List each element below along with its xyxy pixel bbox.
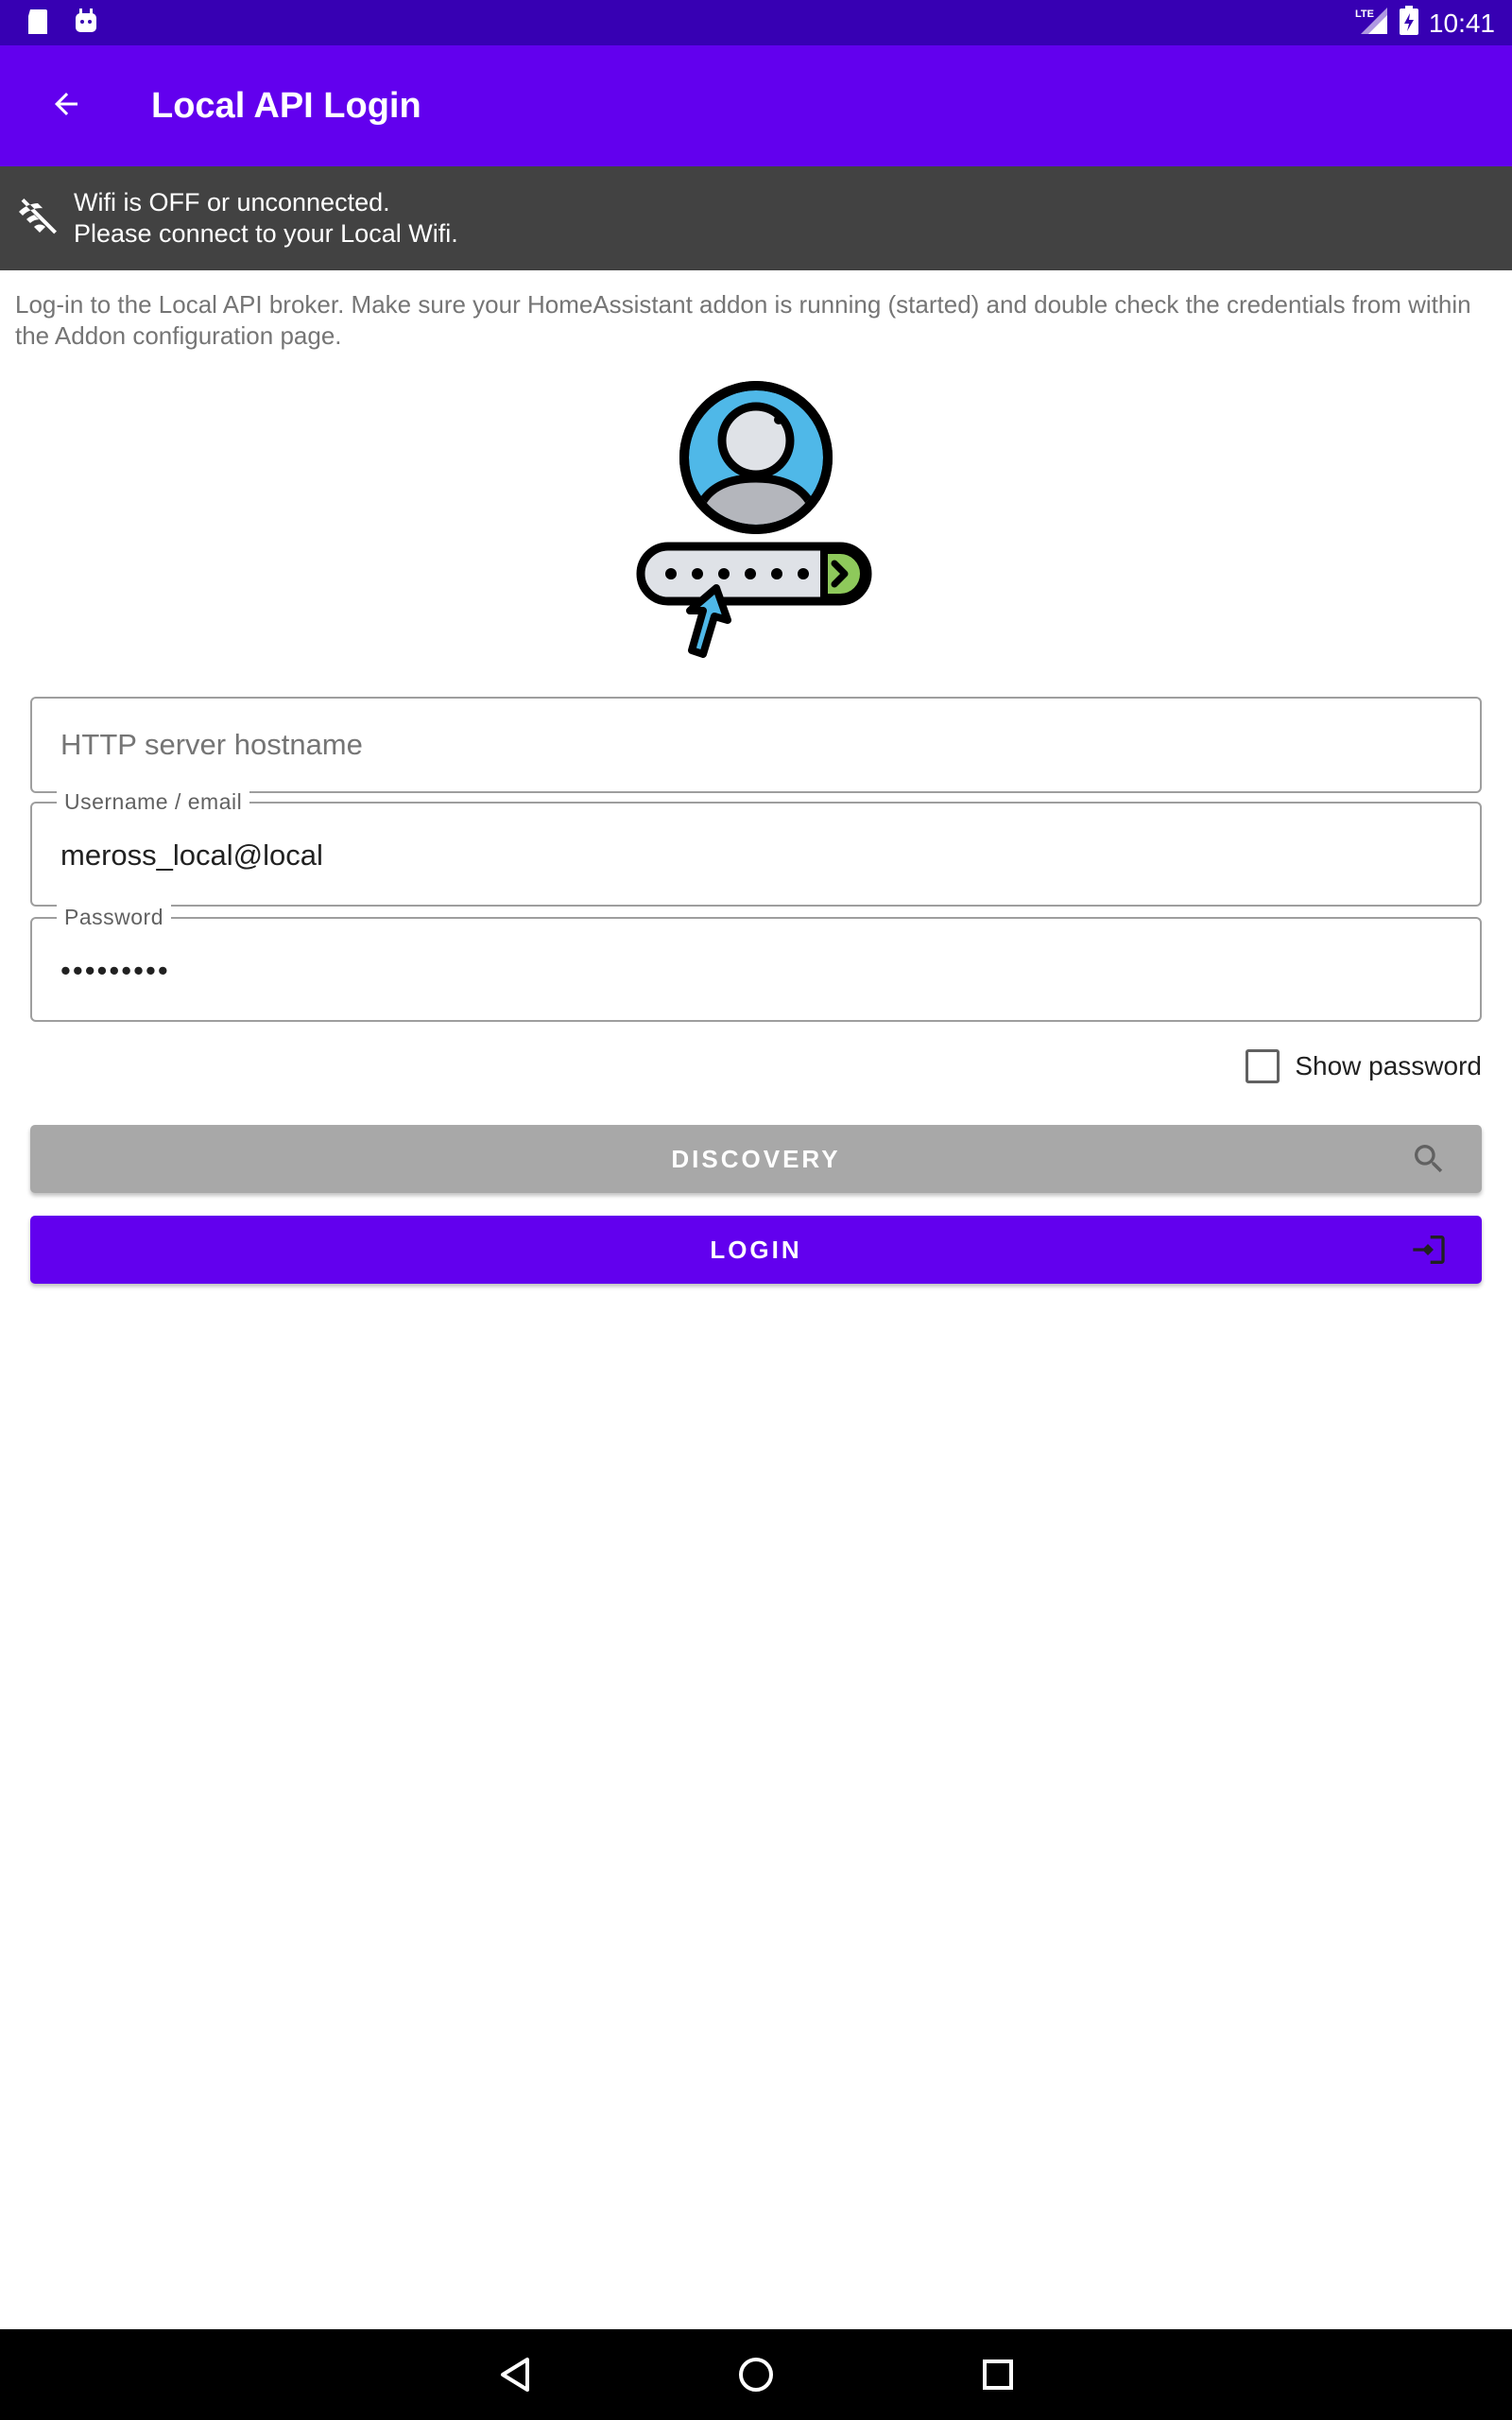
password-field[interactable]: Password ••••••••• [30,904,1482,1022]
arrow-back-icon [49,87,83,126]
show-password-label: Show password [1295,1051,1482,1080]
password-value: ••••••••• [60,954,170,987]
svg-text:LTE: LTE [1355,9,1374,20]
hostname-placeholder: HTTP server hostname [60,728,363,761]
username-value: meross_local@local [60,838,323,872]
password-label: Password [57,904,171,930]
battery-charging-icon [1399,6,1419,41]
sd-card-icon [25,8,49,41]
intro-text: Log-in to the Local API broker. Make sur… [15,290,1471,350]
show-password-toggle[interactable]: Show password [1246,1049,1482,1083]
signal-icon: LTE [1355,6,1389,41]
wifi-warning-banner: Wifi is OFF or unconnected. Please conne… [0,166,1512,270]
hostname-field[interactable]: HTTP server hostname [30,697,1482,793]
wifi-banner-line1: Wifi is OFF or unconnected. [74,188,390,216]
page-title: Local API Login [151,86,421,126]
android-icon [72,8,100,41]
show-password-checkbox[interactable] [1246,1049,1280,1083]
system-nav-bar [0,2329,1512,2420]
nav-back-icon[interactable] [493,2352,539,2397]
wifi-banner-line2: Please connect to your Local Wifi. [74,219,458,248]
login-icon [1410,1231,1448,1269]
discovery-button-label: DISCOVERY [671,1144,841,1173]
search-icon [1410,1140,1448,1178]
discovery-button[interactable]: DISCOVERY [30,1125,1482,1193]
login-button[interactable]: LOGIN [30,1216,1482,1284]
login-illustration [635,378,877,662]
status-bar: LTE 10:41 [0,0,1512,45]
back-button[interactable] [38,78,94,134]
username-field[interactable]: Username / email meross_local@local [30,788,1482,907]
nav-home-icon[interactable] [733,2352,779,2397]
login-button-label: LOGIN [710,1235,802,1264]
status-clock: 10:41 [1428,8,1495,38]
wifi-off-icon [17,195,62,245]
username-label: Username / email [57,788,250,815]
app-bar: Local API Login [0,45,1512,166]
nav-recents-icon[interactable] [975,2352,1021,2397]
